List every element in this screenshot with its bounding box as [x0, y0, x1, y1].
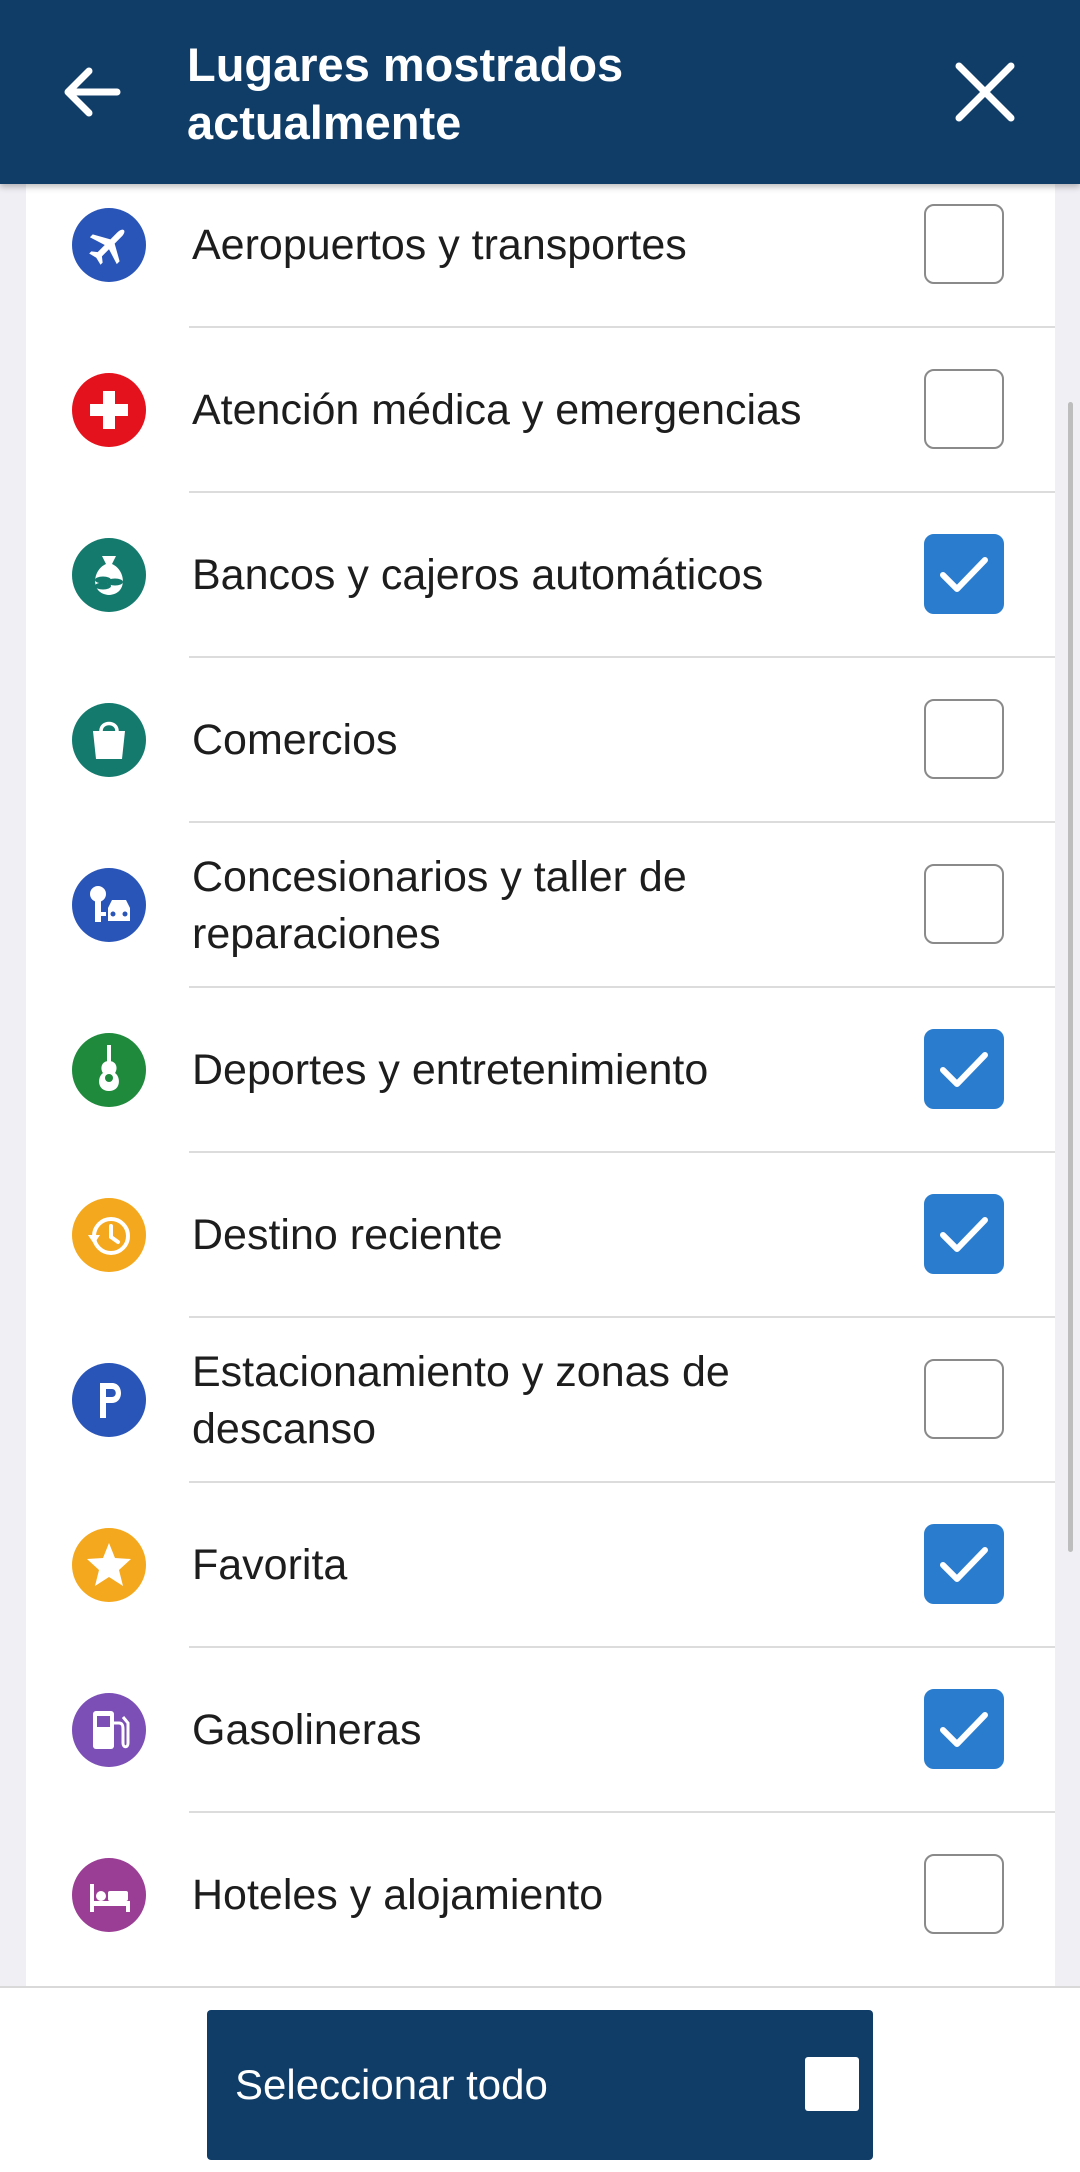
category-checkbox[interactable]: [924, 369, 1004, 449]
list-item-label: Hoteles y alojamiento: [192, 1871, 604, 1919]
history-clock-icon: [72, 1198, 146, 1272]
category-checkbox[interactable]: [924, 699, 1004, 779]
category-checkbox[interactable]: [924, 1854, 1004, 1934]
list-item-label: Estacionamiento y zonas de descanso: [192, 1347, 730, 1453]
bed-icon: [72, 1858, 146, 1932]
page-title: Lugares mostrados actualmente: [187, 38, 624, 149]
list-item-label: Concesionarios y taller de reparaciones: [192, 852, 687, 958]
select-all-label: Seleccionar todo: [235, 2061, 548, 2108]
select-all-button[interactable]: Seleccionar todo: [207, 2010, 873, 2160]
close-button[interactable]: [945, 52, 1025, 132]
back-button[interactable]: [55, 52, 135, 132]
category-checkbox[interactable]: [924, 1689, 1004, 1769]
category-checkbox[interactable]: [924, 204, 1004, 284]
list-item[interactable]: Hoteles y alojamiento: [26, 1813, 1055, 1978]
list-item-label: Deportes y entretenimiento: [192, 1046, 709, 1094]
list-item-label: Destino reciente: [192, 1211, 503, 1259]
list-item[interactable]: Comercios: [26, 658, 1055, 823]
footer-bar: Seleccionar todo: [0, 1986, 1080, 2172]
checkmark-icon: [939, 1051, 988, 1087]
checkmark-icon: [939, 1711, 988, 1747]
parking-icon: [72, 1363, 146, 1437]
category-checkbox[interactable]: [924, 1359, 1004, 1439]
close-icon: [955, 62, 1015, 122]
list-item-label: Favorita: [192, 1541, 348, 1589]
category-checkbox[interactable]: [924, 1029, 1004, 1109]
list-item[interactable]: Estacionamiento y zonas de descanso: [26, 1318, 1055, 1483]
list-item-label: Comercios: [192, 716, 398, 764]
star-icon: [72, 1528, 146, 1602]
list-item-label: Gasolineras: [192, 1706, 422, 1754]
list-item[interactable]: Atención médica y emergencias: [26, 328, 1055, 493]
select-all-checkbox[interactable]: [805, 2057, 859, 2111]
list-item[interactable]: Deportes y entretenimiento: [26, 988, 1055, 1153]
category-checkbox[interactable]: [924, 534, 1004, 614]
checkmark-icon: [939, 1216, 988, 1252]
airplane-icon: [72, 208, 146, 282]
checkmark-icon: [939, 1546, 988, 1582]
app-header: Lugares mostrados actualmente: [0, 0, 1080, 184]
checkmark-icon: [939, 556, 988, 592]
list-item[interactable]: Concesionarios y taller de reparaciones: [26, 823, 1055, 988]
category-checkbox[interactable]: [924, 1194, 1004, 1274]
list-item[interactable]: Favorita: [26, 1483, 1055, 1648]
fuel-pump-icon: [72, 1693, 146, 1767]
category-checkbox[interactable]: [924, 864, 1004, 944]
guitar-icon: [72, 1033, 146, 1107]
list-item[interactable]: Gasolineras: [26, 1648, 1055, 1813]
list-item-label: Atención médica y emergencias: [192, 386, 802, 434]
category-checkbox[interactable]: [924, 1524, 1004, 1604]
list-item[interactable]: Bancos y cajeros automáticos: [26, 493, 1055, 658]
car-key-icon: [72, 868, 146, 942]
money-bag-icon: [72, 538, 146, 612]
arrow-left-icon: [64, 67, 121, 117]
list-item[interactable]: Aeropuertos y transportes: [26, 184, 1055, 328]
list-item[interactable]: Destino reciente: [26, 1153, 1055, 1318]
shopping-bag-icon: [72, 703, 146, 777]
medical-cross-icon: [72, 373, 146, 447]
list-item-label: Aeropuertos y transportes: [192, 221, 687, 269]
list-item-label: Bancos y cajeros automáticos: [192, 551, 764, 599]
category-list: Aeropuertos y transportes Atención médica…: [26, 184, 1055, 1986]
scrollbar[interactable]: [1068, 402, 1073, 1552]
